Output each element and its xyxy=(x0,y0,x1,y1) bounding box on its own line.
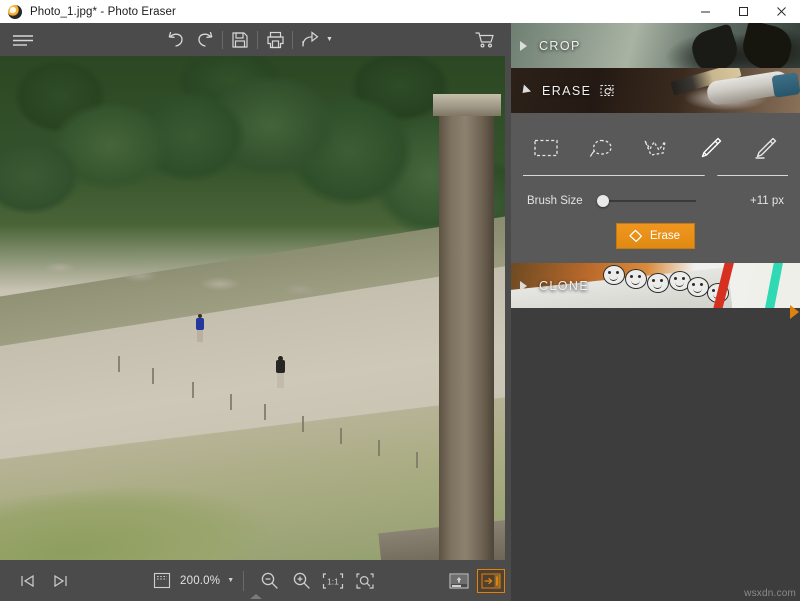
save-icon[interactable] xyxy=(225,23,255,56)
crop-hand-left xyxy=(688,23,743,68)
photo-fence-post xyxy=(230,394,232,410)
crop-expand-triangle-icon[interactable] xyxy=(520,41,527,51)
brush-size-slider-thumb[interactable] xyxy=(597,195,609,207)
eraser-brush-tool[interactable] xyxy=(743,128,787,168)
clone-face-graphic xyxy=(625,269,647,289)
zoom-out-icon[interactable] xyxy=(253,566,285,596)
window-title: Photo_1.jpg* - Photo Eraser xyxy=(30,6,176,18)
panel-empty-area xyxy=(511,308,800,601)
erase-button[interactable]: Erase xyxy=(616,223,695,249)
photo-fence-post xyxy=(378,440,380,456)
crop-hand-right xyxy=(738,23,795,68)
clone-section-label: CLONE xyxy=(539,279,589,293)
photo-stone-column xyxy=(439,100,494,560)
minimize-icon[interactable] xyxy=(686,0,724,23)
tool-selection-indicator xyxy=(523,175,788,183)
erase-tools-body: Brush Size +11 px Erase xyxy=(511,113,800,263)
toolbar-actions: ▼ xyxy=(160,23,333,56)
reset-selection-icon[interactable] xyxy=(600,84,615,98)
photo-fence-post xyxy=(340,428,342,444)
photo-preview[interactable] xyxy=(0,56,511,560)
toolbar-divider xyxy=(292,31,293,49)
before-after-panel-icon[interactable] xyxy=(445,569,473,593)
erase-cap-graphic xyxy=(771,72,800,98)
rectangle-select-tool[interactable] xyxy=(524,128,568,168)
erase-action-row: Erase xyxy=(511,209,800,249)
watermark: wsxdn.com xyxy=(744,588,796,599)
section-header-crop[interactable]: CROP xyxy=(511,23,800,68)
photo-column-capital xyxy=(433,94,501,116)
maximize-icon[interactable] xyxy=(724,0,762,23)
undo-icon[interactable] xyxy=(160,23,190,56)
selection-box-icon[interactable] xyxy=(150,566,174,596)
erase-section-label: ERASE xyxy=(542,84,591,98)
section-header-erase[interactable]: ERASE xyxy=(511,68,800,113)
zoom-in-icon[interactable] xyxy=(285,566,317,596)
status-bar: 200.0% ▼ 1:1 xyxy=(0,560,511,601)
close-icon[interactable] xyxy=(762,0,800,23)
toolbar-divider xyxy=(222,31,223,49)
photo-fence-post xyxy=(118,356,120,372)
zoom-dropdown-caret[interactable]: ▼ xyxy=(227,577,234,584)
panel-toggles xyxy=(445,569,505,593)
next-image-icon[interactable] xyxy=(44,566,76,596)
photo-fence-post xyxy=(302,416,304,432)
brush-size-slider[interactable] xyxy=(597,193,734,209)
photo-fence-post xyxy=(416,452,418,468)
expand-filmstrip-arrow[interactable] xyxy=(250,594,262,599)
clone-teal-stripe xyxy=(764,263,784,308)
erase-collapse-triangle-icon[interactable] xyxy=(519,84,531,96)
erase-tool-row xyxy=(511,125,800,171)
image-navigation xyxy=(12,566,76,596)
clone-expand-triangle-icon[interactable] xyxy=(520,281,527,291)
clone-face-graphic xyxy=(603,265,625,285)
image-canvas[interactable] xyxy=(0,56,511,560)
erase-button-label: Erase xyxy=(650,230,680,242)
share-icon[interactable] xyxy=(295,23,325,56)
collapse-panel-arrow-icon[interactable] xyxy=(790,305,799,319)
print-icon[interactable] xyxy=(260,23,290,56)
shopping-cart-icon[interactable] xyxy=(471,23,499,56)
zoom-level-value[interactable]: 200.0% xyxy=(180,575,220,587)
side-panel-icon[interactable] xyxy=(477,569,505,593)
tools-panel: CROP ERASE xyxy=(511,23,800,601)
photo-person-dark-shirt xyxy=(276,356,285,388)
window-controls xyxy=(686,0,800,23)
eraser-icon xyxy=(628,229,643,243)
share-dropdown-caret[interactable]: ▼ xyxy=(326,36,333,43)
redo-icon[interactable] xyxy=(190,23,220,56)
brush-size-value: +11 px xyxy=(734,195,784,207)
title-bar: Photo_1.jpg* - Photo Eraser xyxy=(0,0,800,24)
actual-size-icon[interactable]: 1:1 xyxy=(317,566,349,596)
clone-face-graphic xyxy=(687,277,709,297)
first-image-icon[interactable] xyxy=(12,566,44,596)
photo-fence-post xyxy=(192,382,194,398)
brush-size-row: Brush Size +11 px xyxy=(511,183,800,209)
app-logo-icon xyxy=(8,5,22,19)
hamburger-menu-icon[interactable] xyxy=(0,23,46,56)
photo-eraser-window: Photo_1.jpg* - Photo Eraser xyxy=(0,0,800,601)
section-header-clone[interactable]: CLONE xyxy=(511,263,800,308)
crop-section-label: CROP xyxy=(539,39,581,53)
polygon-lasso-tool[interactable] xyxy=(633,128,677,168)
brush-tool[interactable] xyxy=(688,128,732,168)
photo-fence-post xyxy=(152,368,154,384)
brush-tool-selected-marker xyxy=(703,170,719,177)
zoom-controls: 200.0% ▼ 1:1 xyxy=(150,566,381,596)
brush-size-label: Brush Size xyxy=(527,195,597,207)
brush-size-slider-track xyxy=(606,200,696,202)
svg-text:1:1: 1:1 xyxy=(327,576,339,586)
main-toolbar: ▼ xyxy=(0,23,511,56)
photo-person-blue-shirt xyxy=(196,314,204,342)
toolbar-divider xyxy=(257,31,258,49)
fit-to-window-icon[interactable] xyxy=(349,566,381,596)
clone-face-graphic xyxy=(647,273,669,293)
status-divider xyxy=(243,571,244,591)
photo-fence-post xyxy=(264,404,266,420)
lasso-select-tool[interactable] xyxy=(579,128,623,168)
